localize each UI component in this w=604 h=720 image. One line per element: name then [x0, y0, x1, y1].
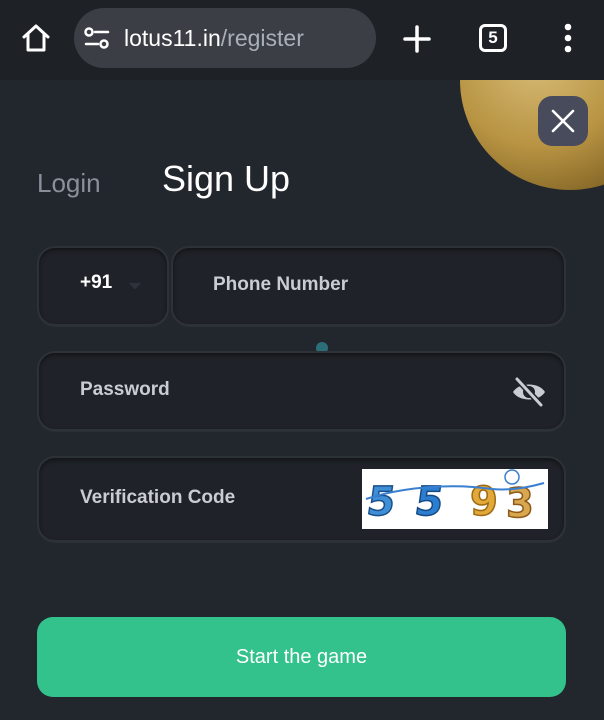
- more-vert-icon[interactable]: [562, 22, 574, 54]
- password-placeholder: Password: [80, 379, 170, 400]
- chevron-down-icon: [129, 282, 141, 290]
- home-icon[interactable]: [20, 22, 52, 54]
- tab-login[interactable]: Login: [37, 168, 101, 199]
- country-code-value: +91: [80, 272, 113, 293]
- captcha-image[interactable]: 5 5 9 3: [362, 469, 548, 529]
- country-code-select[interactable]: +91: [37, 246, 169, 326]
- url-domain: lotus11.in: [124, 25, 221, 51]
- url-text: lotus11.in/register: [124, 22, 304, 54]
- phone-number-input[interactable]: Phone Number: [171, 246, 566, 326]
- site-settings-icon[interactable]: [84, 26, 110, 50]
- close-icon: [551, 109, 575, 133]
- url-path: /register: [220, 25, 304, 51]
- address-bar[interactable]: lotus11.in/register: [74, 8, 376, 68]
- eye-off-icon[interactable]: [511, 377, 547, 407]
- tab-signup[interactable]: Sign Up: [162, 158, 290, 200]
- plus-icon[interactable]: [402, 24, 432, 54]
- close-button[interactable]: [538, 96, 588, 146]
- browser-toolbar: lotus11.in/register 5: [0, 0, 604, 80]
- phone-placeholder: Phone Number: [213, 274, 349, 295]
- captcha-digit: 9: [470, 479, 498, 525]
- start-game-button[interactable]: Start the game: [37, 617, 566, 697]
- captcha-digit: 5: [364, 479, 398, 525]
- verification-code-input[interactable]: Verification Code 5 5 9 3: [37, 456, 566, 542]
- register-page: Login Sign Up +91 Phone Number Password …: [0, 80, 604, 720]
- verification-placeholder: Verification Code: [80, 487, 236, 508]
- tab-switcher-button[interactable]: 5: [479, 24, 507, 52]
- password-input[interactable]: Password: [37, 351, 566, 431]
